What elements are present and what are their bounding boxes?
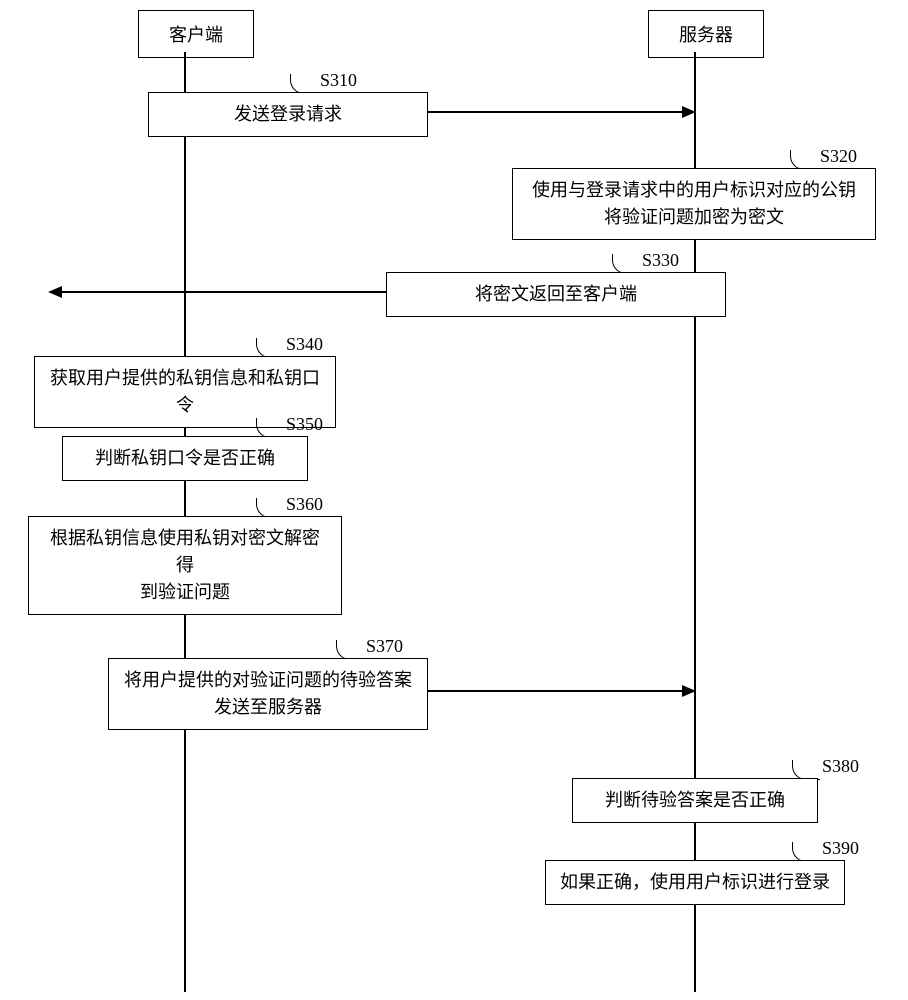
hook-s380 [792, 760, 820, 780]
participant-client-label: 客户端 [169, 25, 223, 45]
label-s310: S310 [320, 70, 357, 91]
arrowhead-s370 [682, 685, 696, 697]
box-s320: 使用与登录请求中的用户标识对应的公钥 将验证问题加密为密文 [512, 168, 876, 240]
text-s360-2: 到验证问题 [140, 582, 230, 602]
label-s360: S360 [286, 494, 323, 515]
text-s370-1: 将用户提供的对验证问题的待验答案 [124, 670, 412, 690]
participant-server: 服务器 [648, 10, 764, 58]
hook-s330 [612, 254, 640, 274]
label-s350: S350 [286, 414, 323, 435]
box-s350: 判断私钥口令是否正确 [62, 436, 308, 481]
box-s370: 将用户提供的对验证问题的待验答案 发送至服务器 [108, 658, 428, 730]
text-s320-1: 使用与登录请求中的用户标识对应的公钥 [532, 180, 856, 200]
text-s360-1: 根据私钥信息使用私钥对密文解密得 [50, 528, 320, 575]
arrowhead-s330 [48, 286, 62, 298]
box-s380: 判断待验答案是否正确 [572, 778, 818, 823]
participant-server-label: 服务器 [679, 25, 733, 45]
text-s350: 判断私钥口令是否正确 [95, 448, 275, 468]
text-s330: 将密文返回至客户端 [475, 284, 637, 304]
label-s380: S380 [822, 756, 859, 777]
label-s370: S370 [366, 636, 403, 657]
hook-s310 [290, 74, 318, 94]
arrow-s310 [428, 111, 684, 113]
label-s320: S320 [820, 146, 857, 167]
text-s380: 判断待验答案是否正确 [605, 790, 785, 810]
arrow-s330 [60, 291, 386, 293]
box-s310: 发送登录请求 [148, 92, 428, 137]
text-s310: 发送登录请求 [234, 104, 342, 124]
label-s330: S330 [642, 250, 679, 271]
hook-s390 [792, 842, 820, 862]
hook-s360 [256, 498, 284, 518]
text-s370-2: 发送至服务器 [214, 697, 322, 717]
text-s390: 如果正确，使用用户标识进行登录 [560, 872, 830, 892]
hook-s350 [256, 418, 284, 438]
label-s340: S340 [286, 334, 323, 355]
hook-s340 [256, 338, 284, 358]
box-s360: 根据私钥信息使用私钥对密文解密得 到验证问题 [28, 516, 342, 615]
text-s320-2: 将验证问题加密为密文 [604, 207, 784, 227]
box-s390: 如果正确，使用用户标识进行登录 [545, 860, 845, 905]
hook-s370 [336, 640, 364, 660]
arrowhead-s310 [682, 106, 696, 118]
text-s340: 获取用户提供的私钥信息和私钥口令 [50, 368, 320, 415]
arrow-s370 [428, 690, 684, 692]
participant-client: 客户端 [138, 10, 254, 58]
label-s390: S390 [822, 838, 859, 859]
box-s330: 将密文返回至客户端 [386, 272, 726, 317]
hook-s320 [790, 150, 818, 170]
